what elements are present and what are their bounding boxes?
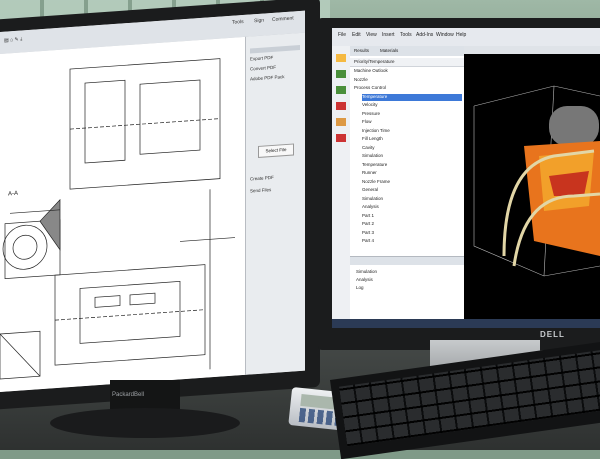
- right-monitor-logo: DELL: [540, 330, 565, 339]
- tree-item[interactable]: Velocity: [362, 102, 378, 109]
- tree-item[interactable]: Machine Outlook: [354, 68, 388, 75]
- panel-item-export[interactable]: Export PDF: [250, 55, 273, 62]
- tree-item[interactable]: Injection Time: [362, 128, 390, 135]
- tree-item[interactable]: Part 2: [362, 221, 374, 228]
- menu-window[interactable]: Window: [436, 32, 454, 38]
- tree-tabs: Results Materials: [350, 46, 464, 56]
- side-icon-toolbar: [332, 46, 351, 328]
- panel-row[interactable]: [250, 45, 300, 54]
- panel-section-create[interactable]: Create PDF: [250, 175, 274, 182]
- tab-results[interactable]: Results: [354, 48, 369, 53]
- analysis-icon[interactable]: [336, 134, 346, 142]
- tab-comment[interactable]: Comment: [272, 15, 294, 23]
- menu-file[interactable]: File: [338, 32, 346, 38]
- tree-item[interactable]: Flow: [362, 119, 372, 126]
- left-monitor-screen: ▤ ⌂ ✎ ⤓ Tools Sign Comment A-A Export PD…: [0, 10, 305, 392]
- tab-sign[interactable]: Sign: [254, 18, 264, 25]
- drawing-svg: A-A: [0, 58, 235, 380]
- tree-item[interactable]: Cavity: [362, 145, 375, 152]
- tree-item[interactable]: Temperature: [362, 93, 462, 101]
- tree-item[interactable]: Fill Length: [362, 136, 383, 143]
- left-monitor-logo: PackardBell: [112, 392, 145, 398]
- tree-item[interactable]: Simulation: [362, 153, 383, 160]
- menu-view[interactable]: View: [366, 32, 377, 38]
- tree-item[interactable]: Simulation: [362, 196, 383, 203]
- tree-list: Machine Outlook Nozzle Process Control Temp…: [350, 68, 464, 254]
- cad-menubar: File Edit View Insert Tools Add-Ins Wind…: [332, 28, 600, 47]
- tree-item[interactable]: Nozzle: [354, 77, 368, 84]
- tree-item[interactable]: Pressure: [362, 111, 380, 118]
- tree-item[interactable]: Analysis: [362, 204, 379, 211]
- section-label: A-A: [8, 191, 18, 198]
- tab-materials[interactable]: Materials: [380, 48, 398, 53]
- tree-item[interactable]: General: [362, 187, 378, 194]
- folder-icon[interactable]: [336, 54, 346, 62]
- technical-drawing: A-A: [0, 36, 245, 392]
- warning-icon[interactable]: [336, 102, 346, 110]
- menu-insert[interactable]: Insert: [382, 32, 395, 38]
- menu-edit[interactable]: Edit: [352, 32, 361, 38]
- tree-item[interactable]: Process Control: [354, 85, 386, 92]
- 3d-viewport[interactable]: [464, 46, 600, 319]
- panel-item-convert[interactable]: Convert PDF: [250, 65, 276, 72]
- bottom-item[interactable]: Log: [356, 285, 470, 292]
- toolbar-icons[interactable]: ▤ ⌂ ✎ ⤓: [4, 36, 22, 43]
- results-tree-panel: Results Materials Priority/Temperature M…: [350, 46, 465, 256]
- part-icon[interactable]: [336, 70, 346, 78]
- mesh-icon[interactable]: [336, 86, 346, 94]
- tree-header-label: Priority/Temperature: [354, 59, 395, 64]
- panel-section-send[interactable]: Send Files: [250, 187, 271, 193]
- bottom-item[interactable]: Simulation: [356, 269, 470, 276]
- tree-header: Priority/Temperature: [350, 58, 464, 67]
- tree-item[interactable]: Temperature: [362, 162, 387, 169]
- cylinder-shape: [549, 106, 599, 146]
- bottom-panel-toolbar: [350, 257, 464, 265]
- menu-addins[interactable]: Add-Ins: [416, 32, 433, 38]
- taskbar[interactable]: [332, 319, 600, 328]
- results-icon[interactable]: [336, 118, 346, 126]
- select-file-button[interactable]: Select File: [258, 143, 294, 158]
- tab-tools[interactable]: Tools: [232, 19, 244, 26]
- pdf-side-panel: Export PDF Convert PDF Adobe PDF Pack Se…: [245, 32, 305, 375]
- panel-item-pack[interactable]: Adobe PDF Pack: [250, 74, 285, 81]
- menu-help[interactable]: Help: [456, 32, 466, 38]
- tree-item[interactable]: Part 4: [362, 238, 374, 245]
- left-monitor-base: [50, 408, 240, 438]
- bottom-panel: Simulation Analysis Log: [350, 256, 464, 328]
- right-monitor-screen: File Edit View Insert Tools Add-Ins Wind…: [332, 28, 600, 328]
- tree-item[interactable]: Nozzle Frame: [362, 179, 390, 186]
- 3d-model-svg: [473, 85, 600, 277]
- tree-item[interactable]: Part 3: [362, 230, 374, 237]
- tree-item[interactable]: Part 1: [362, 213, 374, 220]
- tree-item[interactable]: Runner: [362, 170, 377, 177]
- bottom-item[interactable]: Analysis: [356, 277, 470, 284]
- menu-tools[interactable]: Tools: [400, 32, 412, 38]
